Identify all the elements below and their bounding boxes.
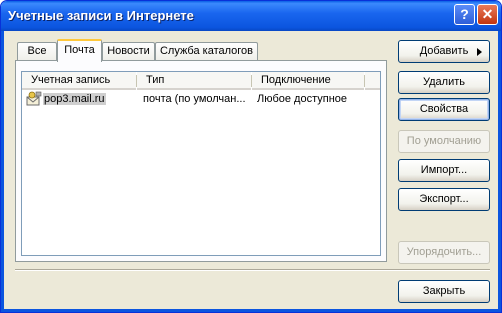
accounts-list[interactable]: Учетная запись Тип Подключение pop3.mail…: [21, 71, 381, 256]
column-header-type[interactable]: Тип: [137, 72, 251, 90]
title-bar[interactable]: Учетные записи в Интернете ? ✕: [1, 1, 501, 31]
tab-news[interactable]: Новости: [102, 42, 155, 61]
help-button[interactable]: ?: [454, 4, 475, 25]
submenu-arrow-icon: [477, 48, 482, 56]
window-frame-right: [498, 31, 501, 312]
add-button[interactable]: Добавить: [398, 40, 490, 63]
import-button[interactable]: Импорт...: [398, 159, 490, 182]
close-button[interactable]: Закрыть: [398, 280, 490, 303]
properties-button[interactable]: Свойства: [398, 98, 490, 121]
account-name: pop3.mail.ru: [43, 93, 106, 105]
column-header-connection[interactable]: Подключение: [252, 72, 364, 90]
window-frame-bottom: [1, 309, 501, 312]
table-row[interactable]: pop3.mail.ru почта (по умолчан... Любое …: [22, 91, 380, 109]
dialog-window: Учетные записи в Интернете ? ✕ Все Почта…: [0, 0, 502, 313]
window-frame-left: [1, 31, 4, 312]
column-header-filler: [365, 72, 380, 90]
tab-directory-service[interactable]: Служба каталогов: [155, 42, 258, 61]
tab-all[interactable]: Все: [17, 42, 57, 61]
set-default-button[interactable]: По умолчанию: [398, 130, 490, 153]
column-header-account[interactable]: Учетная запись: [22, 72, 136, 90]
order-button[interactable]: Упорядочить...: [398, 241, 490, 264]
account-connection: Любое доступное: [257, 93, 348, 105]
tab-mail[interactable]: Почта: [57, 39, 102, 62]
export-button[interactable]: Экспорт...: [398, 188, 490, 211]
window-title: Учетные записи в Интернете: [8, 8, 194, 23]
mail-account-icon: [26, 91, 42, 110]
add-button-label: Добавить: [419, 45, 469, 57]
close-window-button[interactable]: ✕: [477, 4, 498, 25]
account-type: почта (по умолчан...: [143, 93, 246, 105]
separator-line: [15, 269, 490, 271]
remove-button[interactable]: Удалить: [398, 71, 490, 94]
